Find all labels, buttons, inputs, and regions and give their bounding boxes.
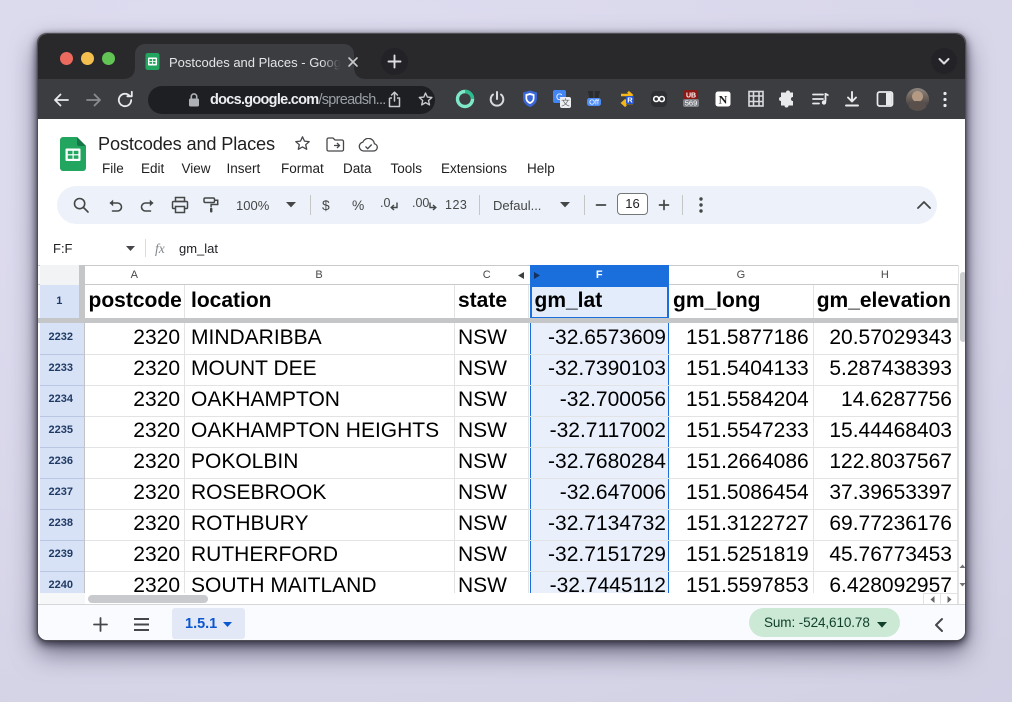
svg-text:.0: .0 (380, 196, 390, 210)
svg-text:.00: .00 (412, 196, 429, 210)
svg-text:N: N (719, 93, 728, 107)
svg-text:Off: Off (589, 97, 600, 106)
svg-text:文: 文 (561, 98, 570, 108)
svg-text:569: 569 (685, 98, 698, 107)
svg-text:R: R (627, 96, 633, 105)
